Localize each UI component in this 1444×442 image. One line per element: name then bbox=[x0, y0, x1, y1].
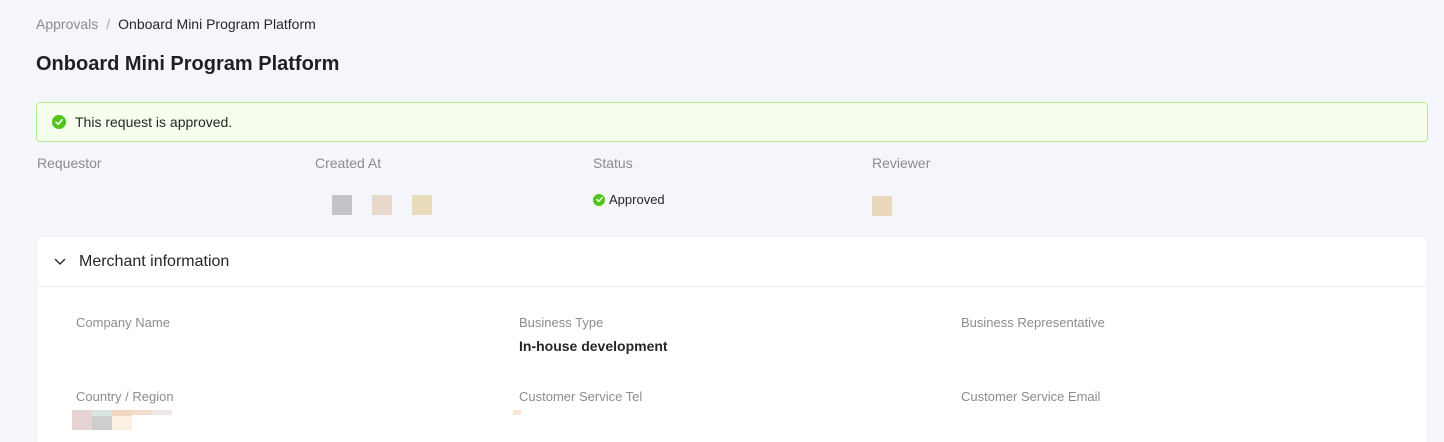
page-title: Onboard Mini Program Platform bbox=[36, 53, 340, 75]
redacted-tel-value bbox=[513, 410, 521, 415]
breadcrumb: Approvals / Onboard Mini Program Platfor… bbox=[36, 15, 316, 33]
customer-service-tel-field: Customer Service Tel bbox=[519, 389, 642, 405]
breadcrumb-current: Onboard Mini Program Platform bbox=[118, 16, 316, 32]
request-summary: Requestor Created At Status Reviewer App… bbox=[36, 154, 1428, 224]
status-label: Status bbox=[593, 155, 633, 171]
reviewer-label: Reviewer bbox=[872, 155, 931, 171]
redacted-created-at-1 bbox=[332, 195, 352, 215]
status-check-icon bbox=[593, 193, 605, 206]
merchant-information-title: Merchant information bbox=[79, 252, 230, 270]
breadcrumb-approvals-link[interactable]: Approvals bbox=[36, 15, 98, 33]
country-region-field: Country / Region bbox=[76, 389, 174, 405]
business-type-label: Business Type bbox=[519, 315, 604, 330]
status-value: Approved bbox=[593, 192, 665, 207]
chevron-down-icon bbox=[53, 255, 67, 269]
check-circle-icon bbox=[52, 115, 66, 129]
business-representative-field: Business Representative bbox=[961, 315, 1105, 331]
reviewer-column: Reviewer bbox=[872, 154, 930, 172]
breadcrumb-separator: / bbox=[106, 16, 111, 32]
redacted-country-value bbox=[72, 410, 172, 430]
status-value-text: Approved bbox=[609, 192, 665, 207]
company-name-label: Company Name bbox=[76, 315, 170, 330]
redacted-reviewer-avatar bbox=[872, 196, 892, 216]
requestor-column: Requestor bbox=[37, 154, 102, 172]
alert-message: This request is approved. bbox=[75, 114, 233, 130]
business-type-field: Business Type In-house development bbox=[519, 315, 668, 355]
customer-service-tel-label: Customer Service Tel bbox=[519, 389, 643, 404]
merchant-information-header[interactable]: Merchant information bbox=[37, 237, 1427, 287]
status-column: Status bbox=[593, 154, 633, 172]
created-at-column: Created At bbox=[315, 154, 381, 172]
approval-detail-page: Approvals / Onboard Mini Program Platfor… bbox=[0, 0, 1444, 442]
requestor-label: Requestor bbox=[37, 155, 102, 171]
customer-service-email-field: Customer Service Email bbox=[961, 389, 1100, 405]
country-region-label: Country / Region bbox=[76, 389, 174, 404]
business-representative-label: Business Representative bbox=[961, 315, 1105, 330]
redacted-created-at-3 bbox=[412, 195, 432, 215]
company-name-field: Company Name bbox=[76, 315, 170, 331]
merchant-information-card: Merchant information Company Name Busine… bbox=[36, 236, 1428, 442]
business-type-value: In-house development bbox=[519, 338, 668, 354]
created-at-label: Created At bbox=[315, 155, 382, 171]
customer-service-email-label: Customer Service Email bbox=[961, 389, 1101, 404]
approved-alert: This request is approved. bbox=[36, 102, 1428, 142]
redacted-created-at-2 bbox=[372, 195, 392, 215]
